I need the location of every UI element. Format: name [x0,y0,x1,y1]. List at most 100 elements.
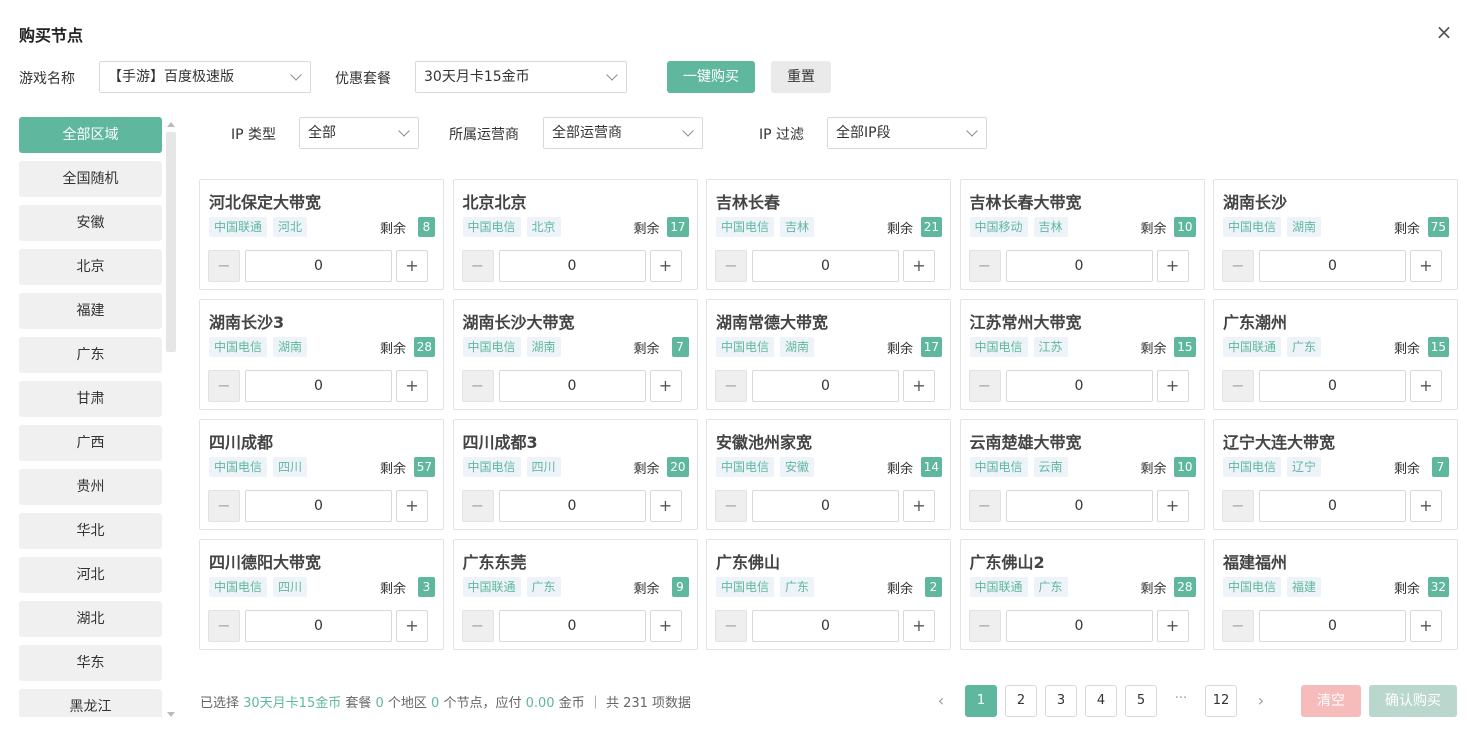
increment-button[interactable]: + [903,370,935,402]
game-select[interactable]: 【手游】百度极速版 [99,61,311,93]
page-button-last[interactable]: 12 [1205,685,1237,717]
sidebar-item-gansu[interactable]: 甘肃 [19,381,162,417]
increment-button[interactable]: + [396,370,428,402]
page-button-2[interactable]: 2 [1005,685,1037,717]
page-button-3[interactable]: 3 [1045,685,1077,717]
decrement-button[interactable]: − [1222,250,1254,282]
quantity-input[interactable]: 0 [1005,610,1153,642]
decrement-button[interactable]: − [715,490,747,522]
increment-button[interactable]: + [649,370,682,402]
quantity-input[interactable]: 0 [245,370,392,402]
increment-button[interactable]: + [649,610,682,642]
sidebar-item-national-random[interactable]: 全国随机 [19,161,162,197]
quantity-input[interactable]: 0 [1005,250,1153,282]
sidebar-item-beijing[interactable]: 北京 [19,249,162,285]
page-button-1[interactable]: 1 [965,685,997,717]
decrement-button[interactable]: − [968,250,1001,282]
page-button-4[interactable]: 4 [1085,685,1117,717]
sidebar-item-heilongjiang[interactable]: 黑龙江 [19,689,162,717]
quantity-input[interactable]: 0 [752,610,899,642]
decrement-button[interactable]: − [1222,610,1254,642]
sidebar-item-anhui[interactable]: 安徽 [19,205,162,241]
decrement-button[interactable]: − [461,250,494,282]
quantity-input[interactable]: 0 [1259,250,1406,282]
quantity-input[interactable]: 0 [752,490,899,522]
next-page-button[interactable]: › [1249,685,1273,717]
quantity-input[interactable]: 0 [752,250,899,282]
decrement-button[interactable]: − [208,250,240,282]
sidebar-item-all-regions[interactable]: 全部区域 [19,117,162,153]
increment-button[interactable]: + [1156,370,1189,402]
sidebar-item-huabei[interactable]: 华北 [19,513,162,549]
increment-button[interactable]: + [1410,250,1442,282]
quantity-input[interactable]: 0 [498,370,646,402]
sidebar-scrollbar[interactable] [164,122,177,717]
remain-label: 剩余 [1393,462,1420,477]
increment-button[interactable]: + [649,250,682,282]
increment-button[interactable]: + [903,250,935,282]
quantity-input[interactable]: 0 [1259,490,1406,522]
quantity-input[interactable]: 0 [1005,370,1153,402]
decrement-button[interactable]: − [461,370,494,402]
decrement-button[interactable]: − [208,610,240,642]
reset-button[interactable]: 重置 [771,61,831,93]
quantity-input[interactable]: 0 [1259,370,1406,402]
quantity-input[interactable]: 0 [1005,490,1153,522]
quantity-input[interactable]: 0 [245,250,392,282]
quantity-input[interactable]: 0 [245,490,392,522]
decrement-button[interactable]: − [968,490,1001,522]
prev-page-button[interactable]: ‹ [929,685,953,717]
decrement-button[interactable]: − [1222,370,1254,402]
quantity-input[interactable]: 0 [752,370,899,402]
ip-type-select[interactable]: 全部 [299,117,419,149]
sidebar-item-fujian[interactable]: 福建 [19,293,162,329]
isp-select[interactable]: 全部运营商 [543,117,703,149]
quantity-input[interactable]: 0 [245,610,392,642]
increment-button[interactable]: + [1410,370,1442,402]
page-button-5[interactable]: 5 [1125,685,1157,717]
decrement-button[interactable]: − [1222,490,1254,522]
sidebar-item-guizhou[interactable]: 贵州 [19,469,162,505]
package-select[interactable]: 30天月卡15金币 [415,61,627,93]
decrement-button[interactable]: − [461,490,494,522]
isp-tag: 中国电信 [969,337,1028,357]
decrement-button[interactable]: − [715,610,747,642]
clear-button[interactable]: 清空 [1301,685,1361,717]
increment-button[interactable]: + [396,250,428,282]
quantity-input[interactable]: 0 [498,250,646,282]
quantity-input[interactable]: 0 [498,490,646,522]
decrement-button[interactable]: − [968,370,1001,402]
increment-button[interactable]: + [1156,250,1189,282]
chevron-down-icon [682,125,694,137]
scroll-up-icon[interactable] [167,122,175,127]
decrement-button[interactable]: − [208,490,240,522]
decrement-button[interactable]: − [968,610,1001,642]
sidebar-item-huadong[interactable]: 华东 [19,645,162,681]
decrement-button[interactable]: − [715,370,747,402]
quantity-input[interactable]: 0 [498,610,646,642]
scroll-down-icon[interactable] [167,712,175,717]
increment-button[interactable]: + [396,490,428,522]
increment-button[interactable]: + [1156,490,1189,522]
scrollbar-thumb[interactable] [166,132,176,352]
sidebar-item-hebei[interactable]: 河北 [19,557,162,593]
decrement-button[interactable]: − [461,610,494,642]
increment-button[interactable]: + [1410,610,1442,642]
decrement-button[interactable]: − [208,370,240,402]
increment-button[interactable]: + [1156,610,1189,642]
sidebar-item-hubei[interactable]: 湖北 [19,601,162,637]
increment-button[interactable]: + [903,490,935,522]
sidebar-item-guangdong[interactable]: 广东 [19,337,162,373]
page-ellipsis[interactable]: ··· [1169,685,1193,717]
ip-filter-select[interactable]: 全部IP段 [827,117,987,149]
increment-button[interactable]: + [903,610,935,642]
sidebar-item-guangxi[interactable]: 广西 [19,425,162,461]
decrement-button[interactable]: − [715,250,747,282]
increment-button[interactable]: + [396,610,428,642]
increment-button[interactable]: + [1410,490,1442,522]
one-click-buy-button[interactable]: 一键购买 [667,61,755,93]
confirm-purchase-button[interactable]: 确认购买 [1369,685,1457,717]
close-icon[interactable]: × [1434,22,1454,42]
increment-button[interactable]: + [649,490,682,522]
quantity-input[interactable]: 0 [1259,610,1406,642]
